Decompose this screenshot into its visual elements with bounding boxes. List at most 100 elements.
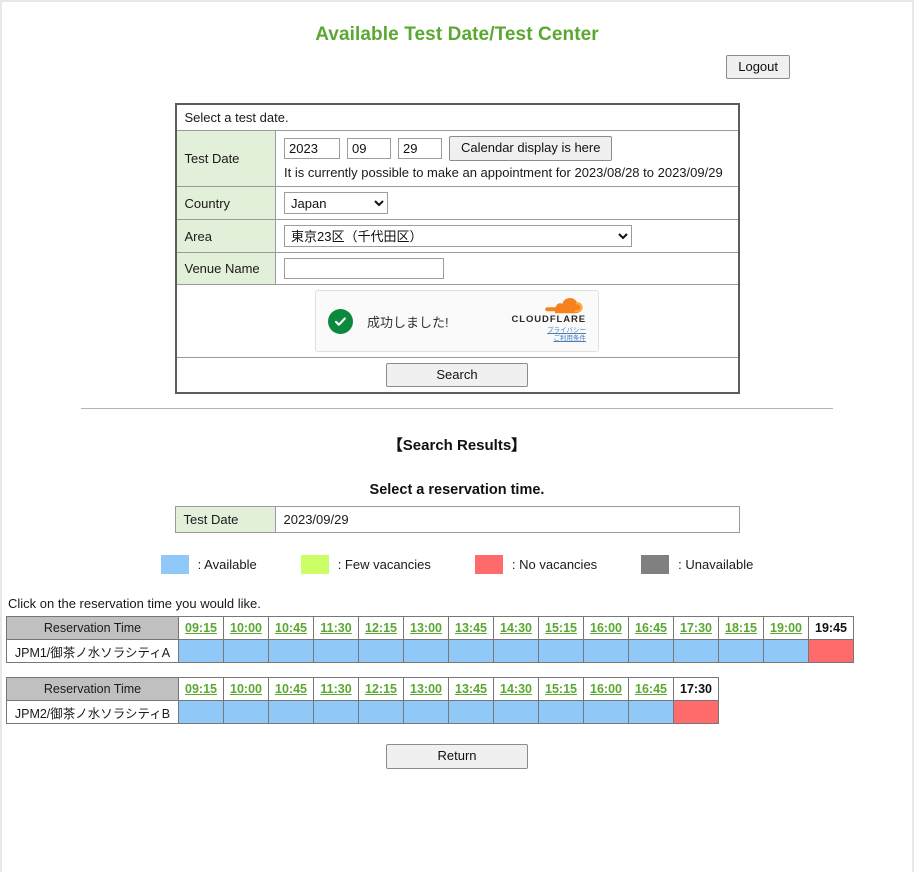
availability-slot-cell[interactable]	[224, 701, 269, 724]
time-header-cell[interactable]: 13:45	[449, 678, 494, 701]
legend-item: : Available	[161, 555, 257, 574]
availability-slot-cell[interactable]	[629, 701, 674, 724]
availability-slot-cell	[674, 701, 719, 724]
availability-slot-cell[interactable]	[764, 640, 809, 663]
availability-slot-cell[interactable]	[494, 701, 539, 724]
time-header-cell[interactable]: 13:45	[449, 617, 494, 640]
time-header-cell[interactable]: 10:45	[269, 617, 314, 640]
time-link[interactable]: 10:45	[275, 621, 307, 635]
time-link[interactable]: 13:00	[410, 621, 442, 635]
time-link[interactable]: 14:30	[500, 682, 532, 696]
time-header-cell[interactable]: 16:00	[584, 617, 629, 640]
day-input[interactable]	[398, 138, 442, 159]
time-link[interactable]: 12:15	[365, 682, 397, 696]
availability-slot-cell[interactable]	[674, 640, 719, 663]
availability-slot-cell[interactable]	[404, 640, 449, 663]
time-header-cell[interactable]: 17:30	[674, 617, 719, 640]
time-link[interactable]: 10:45	[275, 682, 307, 696]
logout-button[interactable]: Logout	[726, 55, 790, 79]
captcha-row: 成功しました! CLOUDFLARE プライバシー ご利用条件	[176, 285, 739, 358]
time-link[interactable]: 13:00	[410, 682, 442, 696]
time-header-cell[interactable]: 15:15	[539, 678, 584, 701]
time-link[interactable]: 14:30	[500, 621, 532, 635]
availability-slot-cell[interactable]	[269, 640, 314, 663]
venue-name-label: Venue Name	[176, 253, 276, 285]
time-link[interactable]: 11:30	[320, 682, 351, 696]
time-link[interactable]: 18:15	[725, 621, 757, 635]
time-header-cell[interactable]: 11:30	[314, 617, 359, 640]
time-header-cell[interactable]: 12:15	[359, 678, 404, 701]
time-link[interactable]: 17:30	[680, 621, 712, 635]
time-link[interactable]: 13:45	[455, 682, 487, 696]
time-header-cell[interactable]: 14:30	[494, 678, 539, 701]
time-link[interactable]: 09:15	[185, 682, 217, 696]
time-header-cell[interactable]: 10:00	[224, 617, 269, 640]
availability-slot-cell[interactable]	[584, 640, 629, 663]
time-link[interactable]: 12:15	[365, 621, 397, 635]
time-link[interactable]: 15:15	[545, 682, 577, 696]
venue-name-input[interactable]	[284, 258, 444, 279]
time-link[interactable]: 16:00	[590, 621, 622, 635]
availability-slot-cell[interactable]	[179, 701, 224, 724]
legend-label: : No vacancies	[512, 557, 597, 572]
terms-link[interactable]: ご利用条件	[512, 335, 586, 344]
time-link[interactable]: 10:00	[230, 621, 262, 635]
month-input[interactable]	[347, 138, 391, 159]
search-button[interactable]: Search	[386, 363, 528, 387]
time-header-cell[interactable]: 09:15	[179, 617, 224, 640]
time-header-cell[interactable]: 13:00	[404, 617, 449, 640]
time-header-cell[interactable]: 19:00	[764, 617, 809, 640]
time-link[interactable]: 15:15	[545, 621, 577, 635]
time-link[interactable]: 10:00	[230, 682, 262, 696]
availability-slot-cell[interactable]	[494, 640, 539, 663]
cloudflare-wordmark: CLOUDFLARE	[512, 315, 586, 325]
privacy-link[interactable]: プライバシー	[512, 327, 586, 336]
time-header-cell[interactable]: 15:15	[539, 617, 584, 640]
availability-slot-cell[interactable]	[539, 640, 584, 663]
country-select[interactable]: Japan	[284, 192, 388, 214]
time-link[interactable]: 16:45	[635, 682, 667, 696]
area-select[interactable]: 東京23区（千代田区）	[284, 225, 632, 247]
availability-slot-cell[interactable]	[269, 701, 314, 724]
time-header-cell[interactable]: 13:00	[404, 678, 449, 701]
time-header-cell[interactable]: 11:30	[314, 678, 359, 701]
time-header-cell[interactable]: 09:15	[179, 678, 224, 701]
return-button[interactable]: Return	[386, 744, 528, 768]
time-link[interactable]: 16:00	[590, 682, 622, 696]
time-header-cell[interactable]: 16:45	[629, 678, 674, 701]
calendar-display-button[interactable]: Calendar display is here	[449, 136, 612, 160]
time-link[interactable]: 13:45	[455, 621, 487, 635]
availability-slot-cell[interactable]	[539, 701, 584, 724]
time-link[interactable]: 11:30	[320, 621, 351, 635]
availability-slot-cell[interactable]	[359, 640, 404, 663]
availability-slot-cell[interactable]	[224, 640, 269, 663]
availability-note: It is currently possible to make an appo…	[284, 164, 730, 182]
availability-slot-cell[interactable]	[449, 640, 494, 663]
time-header-cell[interactable]: 16:45	[629, 617, 674, 640]
time-header-cell[interactable]: 12:15	[359, 617, 404, 640]
date-inputs-group: Calendar display is here	[284, 136, 730, 160]
availability-slot-cell[interactable]	[314, 640, 359, 663]
availability-slot-cell[interactable]	[449, 701, 494, 724]
time-header-cell[interactable]: 16:00	[584, 678, 629, 701]
time-header-cell[interactable]: 14:30	[494, 617, 539, 640]
time-header-cell[interactable]: 10:45	[269, 678, 314, 701]
time-link[interactable]: 19:00	[770, 621, 802, 635]
year-input[interactable]	[284, 138, 340, 159]
reservation-hint: Click on the reservation time you would …	[8, 596, 914, 611]
time-header-cell[interactable]: 10:00	[224, 678, 269, 701]
turnstile-widget[interactable]: 成功しました! CLOUDFLARE プライバシー ご利用条件	[315, 290, 599, 352]
time-link[interactable]: 09:15	[185, 621, 217, 635]
time-label: 17:30	[680, 682, 712, 696]
availability-slot-cell[interactable]	[584, 701, 629, 724]
availability-slot-cell[interactable]	[629, 640, 674, 663]
availability-slot-cell[interactable]	[404, 701, 449, 724]
time-header-cell[interactable]: 18:15	[719, 617, 764, 640]
legend-swatch	[641, 555, 669, 574]
availability-slot-cell[interactable]	[314, 701, 359, 724]
availability-slot-cell[interactable]	[719, 640, 764, 663]
legend: : Available: Few vacancies: No vacancies…	[0, 555, 914, 574]
time-link[interactable]: 16:45	[635, 621, 667, 635]
availability-slot-cell[interactable]	[359, 701, 404, 724]
availability-slot-cell[interactable]	[179, 640, 224, 663]
